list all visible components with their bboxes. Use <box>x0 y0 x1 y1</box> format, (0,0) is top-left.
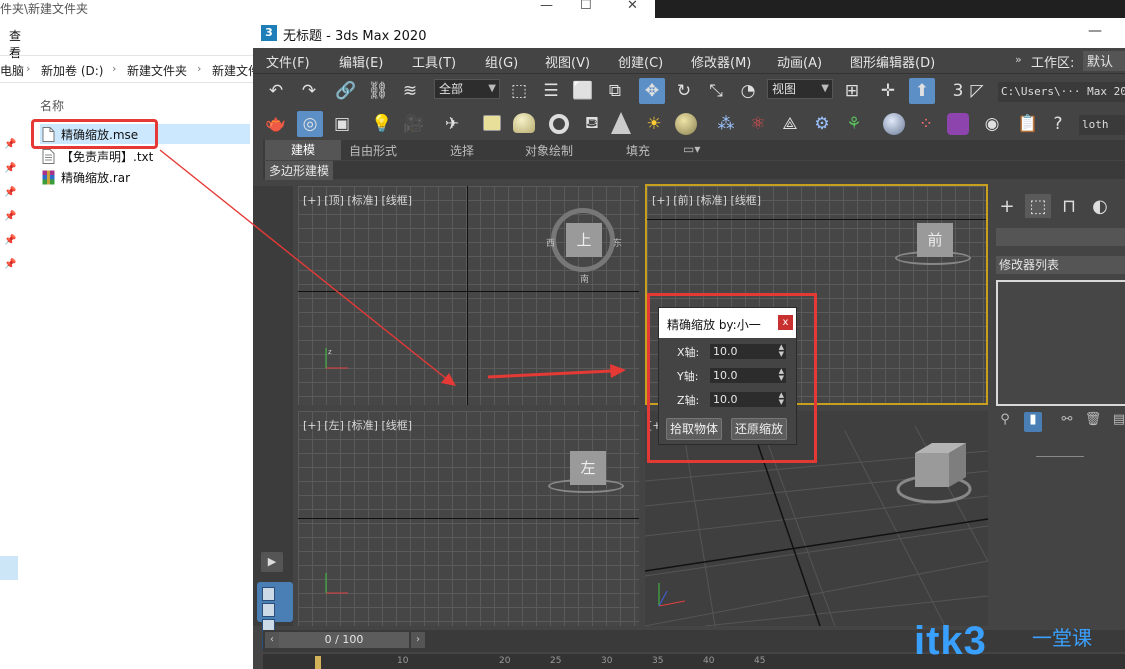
watermark-side: 一堂课 <box>1032 626 1092 650</box>
watermark-main: itk3 <box>914 619 987 663</box>
arrowhead-icon <box>610 364 626 378</box>
arrowhead-icon <box>441 373 456 386</box>
annotation-arrows <box>159 149 626 386</box>
watermark-logo: itk3 一堂课 <box>914 618 1124 668</box>
